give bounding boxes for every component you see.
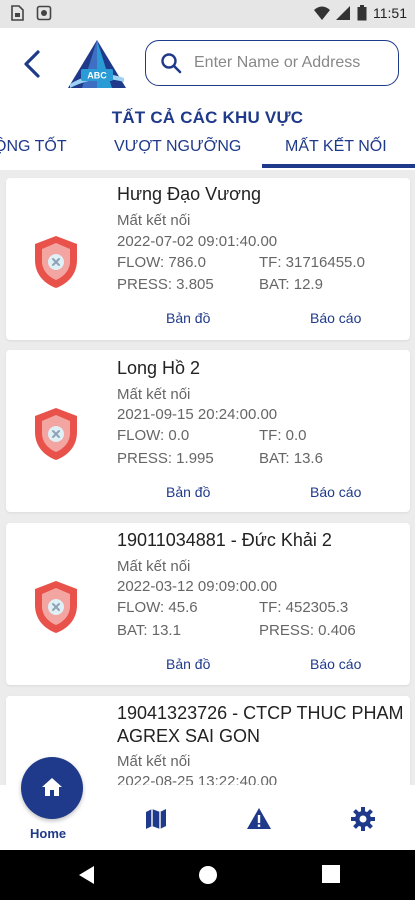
media-icon <box>36 5 52 21</box>
station-card[interactable]: Long Hồ 2 Mất kết nối 2021-09-15 20:24:0… <box>6 350 410 512</box>
clock: 11:51 <box>373 5 407 21</box>
map-icon <box>146 809 166 829</box>
station-status: Mất kết nối <box>117 558 191 575</box>
system-nav-bar <box>0 850 415 900</box>
tab-good[interactable]: ỘNG TỐT <box>0 138 67 156</box>
home-icon <box>42 778 62 796</box>
disconnected-shield-icon <box>35 408 77 460</box>
station-datetime: 2022-08-25 13:22:40.00 <box>117 773 278 785</box>
chevron-left-icon <box>24 50 40 78</box>
search-icon <box>161 53 182 74</box>
station-card[interactable]: Hưng Đạo Vương Mất kết nối 2022-07-02 09… <box>6 178 410 340</box>
brand-logo: ABC <box>66 38 128 92</box>
home-button[interactable] <box>21 757 83 819</box>
station-status: Mất kết nối <box>117 386 191 403</box>
alerts-nav-button[interactable] <box>246 806 272 832</box>
report-link[interactable]: Báo cáo <box>310 310 361 326</box>
station-press: PRESS: 3.805 <box>117 276 214 293</box>
system-home-button[interactable] <box>197 864 219 891</box>
tab-over-threshold[interactable]: VƯỢT NGƯỠNG <box>114 138 241 156</box>
report-link[interactable]: Báo cáo <box>310 656 361 672</box>
station-name: Hưng Đạo Vương <box>117 184 261 204</box>
sim-card-icon <box>10 5 26 21</box>
station-name-continued: AGREX SAI GON <box>117 726 261 746</box>
station-name: 19041323726 - CTCP THUC PHAM <box>117 703 404 723</box>
tab-disconnected[interactable]: MẤT KẾT NỐI <box>285 138 387 156</box>
status-bar: 11:51 <box>0 0 415 28</box>
search-box[interactable] <box>145 40 399 86</box>
map-link[interactable]: Bản đồ <box>166 310 210 326</box>
station-datetime: 2022-03-12 09:09:00.00 <box>117 578 278 595</box>
station-tf: TF: 0.0 <box>259 427 307 444</box>
report-link[interactable]: Báo cáo <box>310 484 361 500</box>
station-status: Mất kết nối <box>117 212 191 229</box>
map-link[interactable]: Bản đồ <box>166 656 210 672</box>
station-list[interactable]: Hưng Đạo Vương Mất kết nối 2022-07-02 09… <box>0 170 415 785</box>
map-nav-button[interactable] <box>143 806 169 832</box>
app-header: ABC <box>0 28 415 102</box>
system-recents-button[interactable] <box>321 864 341 889</box>
triangle-back-icon <box>79 866 94 884</box>
region-title: TẤT CẢ CÁC KHU VỰC <box>111 108 304 127</box>
back-button[interactable] <box>18 46 48 82</box>
station-flow: FLOW: 786.0 <box>117 254 206 271</box>
settings-icon <box>351 807 375 831</box>
map-link[interactable]: Bản đồ <box>166 484 210 500</box>
search-input[interactable] <box>194 49 390 77</box>
station-card[interactable]: 19011034881 - Đức Khải 2 Mất kết nối 202… <box>6 523 410 685</box>
wifi-icon <box>313 5 330 21</box>
station-flow: FLOW: 0.0 <box>117 427 190 444</box>
station-datetime: 2021-09-15 20:24:00.00 <box>117 406 278 423</box>
station-bat: BAT: 12.9 <box>259 276 323 293</box>
signal-icon <box>335 5 351 21</box>
settings-nav-button[interactable] <box>350 806 376 832</box>
disconnected-shield-icon <box>35 236 77 288</box>
square-recents-icon <box>322 865 340 883</box>
station-press: PRESS: 0.406 <box>259 622 356 639</box>
active-tab-indicator <box>262 164 415 168</box>
station-press: PRESS: 1.995 <box>117 450 214 467</box>
station-tf: TF: 31716455.0 <box>259 254 365 271</box>
disconnected-shield-icon <box>35 581 77 633</box>
station-name: Long Hồ 2 <box>117 358 201 378</box>
region-panel: TẤT CẢ CÁC KHU VỰC ỘNG TỐT VƯỢT NGƯỠNG M… <box>0 102 415 170</box>
logo-text: ABC <box>87 71 107 81</box>
station-name: 19011034881 - Đức Khải 2 <box>117 530 332 550</box>
station-datetime: 2022-07-02 09:01:40.00 <box>117 233 278 250</box>
system-back-button[interactable] <box>76 864 96 891</box>
circle-home-icon <box>199 866 217 884</box>
station-bat: BAT: 13.6 <box>259 450 323 467</box>
warning-icon <box>247 808 271 829</box>
station-flow: FLOW: 45.6 <box>117 599 198 616</box>
station-tf: TF: 452305.3 <box>259 599 349 616</box>
station-bat: BAT: 13.1 <box>117 622 181 639</box>
battery-icon <box>357 5 367 21</box>
home-label: Home <box>30 826 67 841</box>
station-status: Mất kết nối <box>117 753 191 770</box>
